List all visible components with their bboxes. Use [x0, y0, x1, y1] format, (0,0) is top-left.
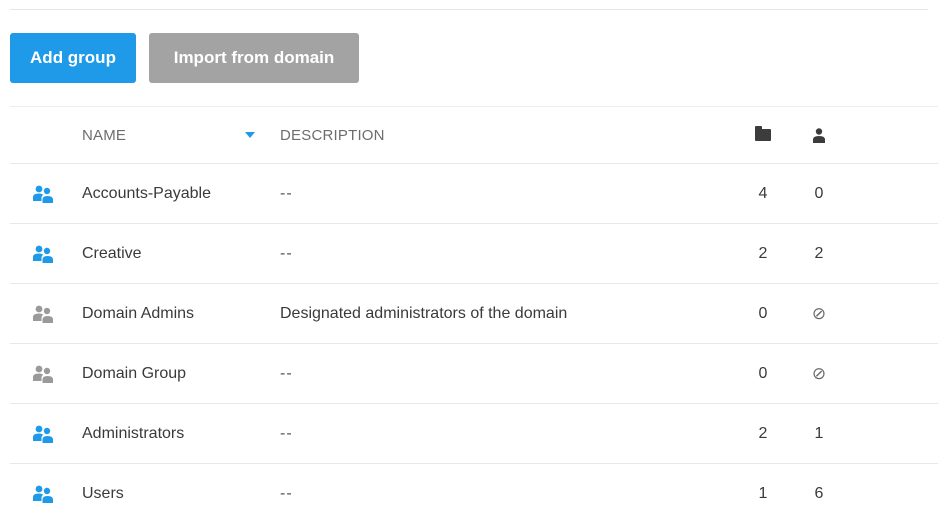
top-divider — [10, 9, 928, 10]
add-group-button[interactable]: Add group — [10, 33, 136, 83]
sort-arrow-icon[interactable] — [245, 132, 255, 138]
members-count: 1 — [814, 424, 824, 442]
group-name[interactable]: Creative — [82, 245, 142, 263]
group-name[interactable]: Accounts-Payable — [82, 185, 211, 203]
folder-icon[interactable] — [748, 126, 778, 141]
folders-count: 0 — [758, 364, 768, 382]
group-description: -- — [280, 424, 293, 442]
user-icon[interactable] — [804, 127, 834, 143]
group-icon — [32, 304, 54, 324]
group-icon — [32, 484, 54, 504]
group-name[interactable]: Administrators — [82, 425, 184, 443]
group-icon — [32, 364, 54, 384]
group-name[interactable]: Domain Admins — [82, 305, 194, 323]
group-name[interactable]: Users — [82, 485, 124, 503]
group-icon — [32, 424, 54, 444]
column-header-description[interactable]: DESCRIPTION — [280, 127, 385, 144]
members-count: 6 — [814, 484, 824, 502]
folders-count: 1 — [758, 484, 768, 502]
folders-count: 2 — [758, 244, 768, 262]
folders-count: 4 — [758, 184, 768, 202]
folders-count: 0 — [758, 304, 768, 322]
group-description: -- — [280, 364, 293, 382]
table-row[interactable]: Domain Admins Designated administrators … — [10, 283, 938, 343]
table-header: NAME DESCRIPTION — [10, 106, 938, 163]
column-header-name[interactable]: NAME — [82, 127, 126, 144]
groups-table: NAME DESCRIPTION Accounts-Payable -- 4 0 — [10, 106, 938, 523]
table-row[interactable]: Creative -- 2 2 — [10, 223, 938, 283]
table-row[interactable]: Administrators -- 2 1 — [10, 403, 938, 463]
table-row[interactable]: Users -- 1 6 — [10, 463, 938, 523]
table-row[interactable]: Domain Group -- 0 ⊘ — [10, 343, 938, 403]
group-description: -- — [280, 244, 293, 262]
import-from-domain-button[interactable]: Import from domain — [149, 33, 359, 83]
members-count: ⊘ — [811, 363, 827, 383]
group-icon — [32, 244, 54, 264]
table-body: Accounts-Payable -- 4 0 Creative -- 2 2 — [10, 163, 938, 523]
group-description: -- — [280, 184, 293, 202]
members-count: ⊘ — [811, 303, 827, 323]
group-description: Designated administrators of the domain — [280, 304, 568, 322]
members-count: 2 — [814, 244, 824, 262]
folders-count: 2 — [758, 424, 768, 442]
members-count: 0 — [814, 184, 824, 202]
group-description: -- — [280, 484, 293, 502]
group-icon — [32, 184, 54, 204]
table-row[interactable]: Accounts-Payable -- 4 0 — [10, 163, 938, 223]
toolbar: Add group Import from domain — [10, 33, 359, 83]
group-name[interactable]: Domain Group — [82, 365, 186, 383]
